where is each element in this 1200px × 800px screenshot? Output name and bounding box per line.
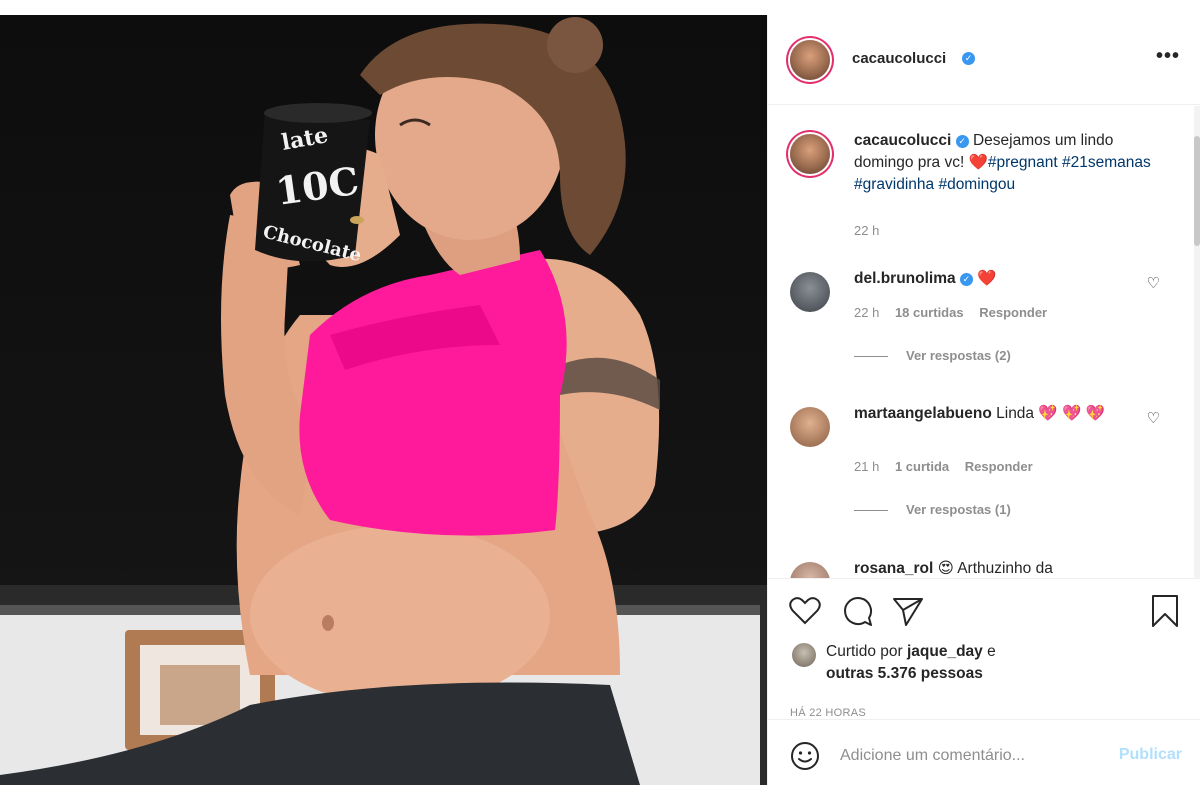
author-avatar[interactable] — [790, 40, 830, 80]
comment-bubble-icon[interactable] — [840, 594, 874, 628]
view-replies-label: Ver respostas (1) — [906, 502, 1011, 517]
heart-emoji: ❤️ — [968, 154, 988, 171]
liked-by-others[interactable]: outras 5.376 pessoas — [826, 663, 983, 685]
comments-scrollbar[interactable] — [1194, 106, 1200, 578]
commenter-avatar[interactable] — [790, 407, 830, 447]
verified-badge-icon: ✓ — [955, 135, 969, 148]
comment-like-heart-icon[interactable]: ♡ — [1147, 274, 1160, 292]
caption-text: cacaucolucci ✓ Desejamos um lindo doming… — [854, 130, 1154, 196]
caption-username[interactable]: cacaucolucci — [854, 132, 951, 149]
comment-time[interactable]: 22 h — [854, 305, 879, 320]
liked-by-suffix: e — [982, 643, 996, 660]
reply-button[interactable]: Responder — [979, 305, 1047, 320]
caption-avatar[interactable] — [790, 134, 830, 174]
more-options-icon[interactable]: ••• — [1156, 45, 1180, 68]
smiley-icon[interactable] — [790, 741, 820, 771]
photo-illustration: late 10C Chocolate — [0, 17, 767, 785]
replies-divider — [854, 510, 888, 512]
post-photo[interactable]: late 10C Chocolate — [0, 15, 767, 785]
comment-username[interactable]: rosana_rol — [854, 560, 933, 577]
replies-divider — [854, 356, 888, 358]
comment-text: martaangelabueno Linda 💖 💖 💖 — [854, 403, 1124, 425]
comments-list[interactable]: cacaucolucci ✓ Desejamos um lindo doming… — [768, 106, 1200, 579]
comment-input[interactable] — [840, 741, 1100, 771]
liked-by-prefix: Curtido por — [826, 643, 907, 660]
caption-time[interactable]: 22 h — [854, 223, 879, 238]
view-replies-button[interactable]: Ver respostas (2) — [854, 348, 1011, 363]
comment-text: rosana_rol 😍 Arthuzinho da — [854, 558, 1154, 578]
commenter-avatar[interactable] — [790, 562, 830, 578]
liker-avatar[interactable] — [792, 643, 816, 667]
comment-meta: 21 h 1 curtida Responder — [854, 459, 1045, 474]
comment-meta: 22 h 18 curtidas Responder — [854, 305, 1059, 320]
comment-username[interactable]: martaangelabueno — [854, 405, 992, 422]
view-replies-label: Ver respostas (2) — [906, 348, 1011, 363]
verified-badge-icon: ✓ — [962, 52, 975, 65]
comment-likes-count[interactable]: 18 curtidas — [895, 305, 964, 320]
reply-button[interactable]: Responder — [965, 459, 1033, 474]
view-replies-button[interactable]: Ver respostas (1) — [854, 502, 1011, 517]
comment-body: 😍 Arthuzinho da — [937, 560, 1053, 577]
post-header: cacaucolucci ✓ ••• — [768, 15, 1200, 105]
comment-time[interactable]: 21 h — [854, 459, 879, 474]
commenter-avatar[interactable] — [790, 272, 830, 312]
comment-likes-count[interactable]: 1 curtida — [895, 459, 949, 474]
heart-outline-icon[interactable] — [788, 594, 822, 628]
publish-button[interactable]: Publicar — [1119, 746, 1182, 764]
liked-by-line: Curtido por jaque_day e — [826, 641, 996, 663]
mug: late 10C Chocolate — [255, 103, 372, 266]
caption-meta: 22 h — [854, 223, 891, 238]
paper-plane-icon[interactable] — [891, 594, 925, 628]
add-comment-bar: Publicar — [768, 721, 1200, 785]
liked-by-user[interactable]: jaque_day — [907, 643, 983, 660]
comment-text: del.brunolima ✓ ❤️ — [854, 268, 1154, 290]
scrollbar-thumb[interactable] — [1194, 136, 1200, 246]
comment-body: ❤️ — [977, 270, 997, 287]
post-side-panel: cacaucolucci ✓ ••• cacaucolucci ✓ Deseja… — [767, 15, 1200, 785]
verified-badge-icon: ✓ — [959, 273, 973, 286]
comment-like-heart-icon[interactable]: ♡ — [1147, 409, 1160, 427]
comment-username[interactable]: del.brunolima — [854, 270, 956, 287]
comment-body: Linda 💖 💖 💖 — [996, 405, 1105, 422]
post-actions: Curtido por jaque_day e outras 5.376 pes… — [768, 580, 1200, 720]
bookmark-icon[interactable] — [1148, 594, 1182, 628]
posted-time[interactable]: HÁ 22 HORAS — [790, 707, 866, 719]
author-username[interactable]: cacaucolucci — [852, 50, 946, 67]
